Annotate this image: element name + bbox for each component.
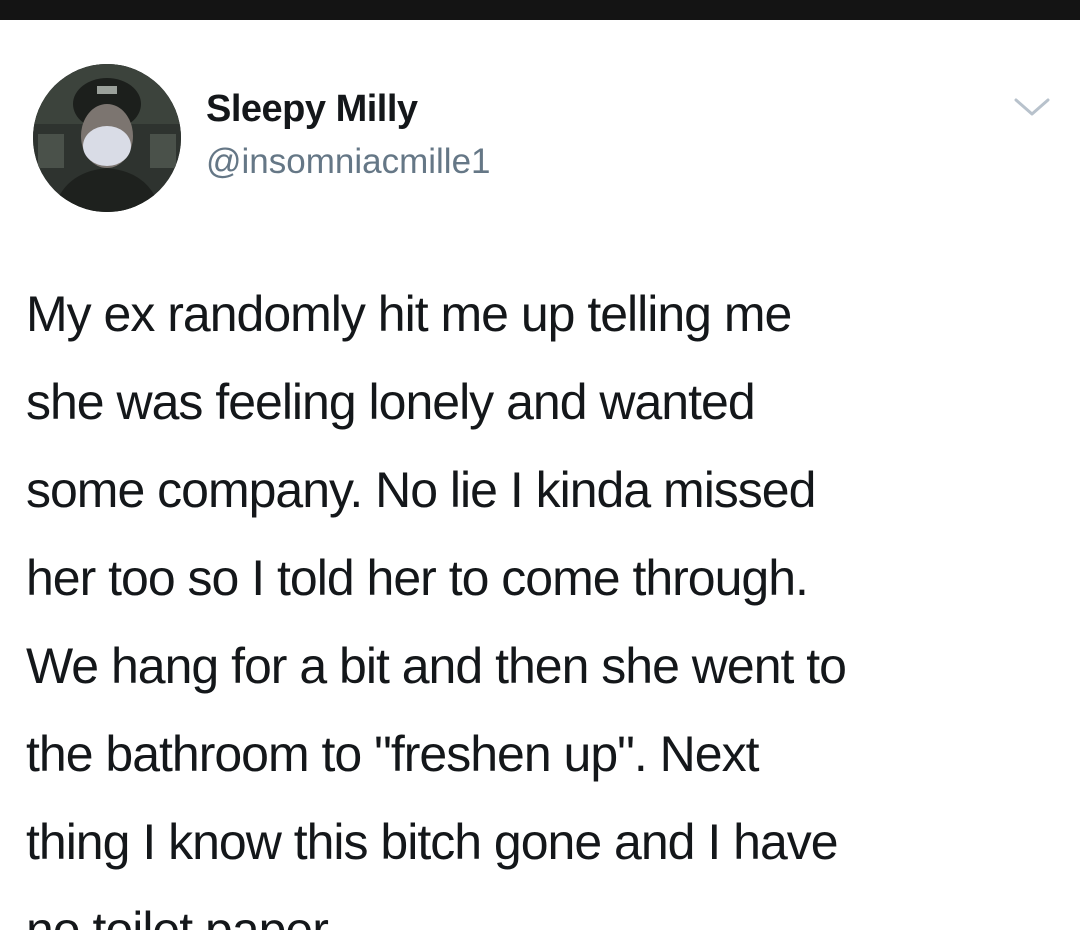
avatar[interactable] xyxy=(33,64,181,212)
top-bar xyxy=(0,0,1080,20)
tweet-screenshot: Sleepy Milly @insomniacmille1 My ex rand… xyxy=(0,0,1080,930)
chevron-down-icon xyxy=(1014,98,1050,116)
tweet-text-line: My ex randomly hit me up telling me xyxy=(26,286,792,342)
tweet-text-line: some company. No lie I kinda missed xyxy=(26,462,816,518)
author-handle[interactable]: @insomniacmille1 xyxy=(206,142,491,182)
tweet-text-line: no toilet paper xyxy=(26,902,329,930)
tweet-body: My ex randomly hit me up telling me she … xyxy=(26,270,1066,930)
tweet-text-line: thing I know this bitch gone and I have xyxy=(26,814,839,870)
author-display-name[interactable]: Sleepy Milly xyxy=(206,88,418,131)
tweet-text-line: her too so I told her to come through. xyxy=(26,550,809,606)
tweet-text-line: We hang for a bit and then she went to xyxy=(26,638,847,694)
tweet-text-line: she was feeling lonely and wanted xyxy=(26,374,756,430)
more-options-button[interactable] xyxy=(1010,92,1054,122)
user-avatar-icon xyxy=(33,64,181,212)
tweet-text-line: the bathroom to "freshen up". Next xyxy=(26,726,759,782)
